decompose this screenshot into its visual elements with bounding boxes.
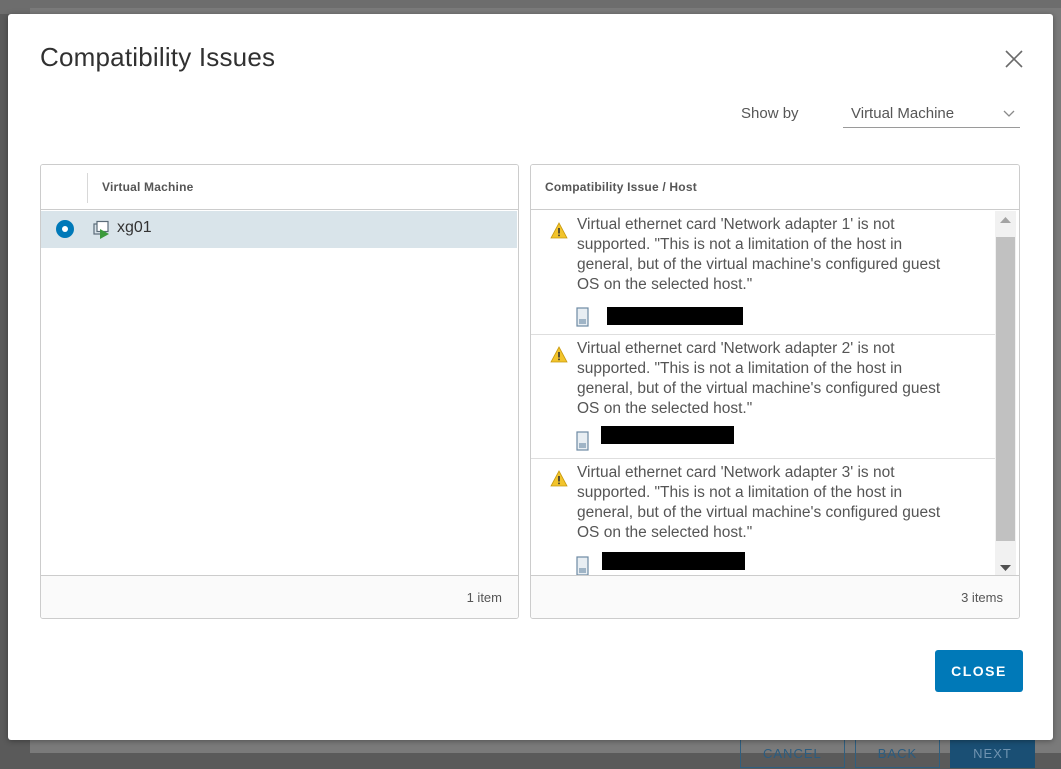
show-by-value: Virtual Machine xyxy=(851,105,955,122)
issues-column-header[interactable]: Compatibility Issue / Host xyxy=(545,180,697,194)
background-back-button: BACK xyxy=(854,738,941,768)
vm-column-header[interactable]: Virtual Machine xyxy=(102,180,193,194)
scrollbar-thumb[interactable] xyxy=(996,237,1015,541)
scroll-up-arrow-icon[interactable] xyxy=(995,211,1016,229)
issue-item: Virtual ethernet card 'Network adapter 3… xyxy=(531,459,995,577)
dialog-title: Compatibility Issues xyxy=(40,42,276,72)
warning-icon xyxy=(550,222,568,239)
show-by-select[interactable]: Virtual Machine xyxy=(843,98,1020,128)
issue-item: Virtual ethernet card 'Network adapter 2… xyxy=(531,335,995,459)
close-button[interactable]: CLOSE xyxy=(935,650,1023,692)
issues-scrollbar[interactable] xyxy=(995,211,1016,577)
warning-icon xyxy=(550,346,568,363)
issue-message: Virtual ethernet card 'Network adapter 2… xyxy=(577,340,941,417)
vm-powered-on-icon xyxy=(93,220,109,239)
issue-message: Virtual ethernet card 'Network adapter 3… xyxy=(577,464,941,541)
redacted-host-name xyxy=(602,552,745,570)
vm-item-count: 1 item xyxy=(466,590,502,605)
vm-datagrid-footer: 1 item xyxy=(41,575,518,618)
vm-row-radio[interactable] xyxy=(56,220,74,238)
close-icon[interactable] xyxy=(1001,46,1027,72)
vm-row[interactable]: xg01 xyxy=(41,211,517,248)
show-by-label: Show by xyxy=(741,105,799,122)
issues-datagrid-footer: 3 items xyxy=(531,575,1019,618)
host-icon xyxy=(576,431,589,451)
issues-datagrid-header: Compatibility Issue / Host xyxy=(531,165,1019,210)
issues-datagrid: Compatibility Issue / Host Virtual ether… xyxy=(530,164,1020,619)
redacted-host-name xyxy=(601,426,734,444)
issue-message: Virtual ethernet card 'Network adapter 1… xyxy=(577,216,941,293)
background-wizard-buttons: CANCEL BACK NEXT xyxy=(740,738,1035,768)
host-icon xyxy=(576,556,589,576)
redacted-host-name xyxy=(607,307,743,325)
vm-datagrid: Virtual Machine xg01 1 item xyxy=(40,164,519,619)
host-icon xyxy=(576,307,589,327)
vm-name[interactable]: xg01 xyxy=(117,219,152,237)
issues-item-count: 3 items xyxy=(961,590,1003,605)
issue-item: Virtual ethernet card 'Network adapter 1… xyxy=(531,211,995,335)
background-next-button: NEXT xyxy=(950,738,1035,768)
issues-list: Virtual ethernet card 'Network adapter 1… xyxy=(531,211,995,577)
warning-icon xyxy=(550,470,568,487)
vm-datagrid-header: Virtual Machine xyxy=(41,165,518,210)
chevron-down-icon xyxy=(1003,110,1015,117)
compatibility-issues-dialog: Compatibility Issues Show by Virtual Mac… xyxy=(8,14,1053,740)
column-separator xyxy=(87,173,88,203)
background-cancel-button: CANCEL xyxy=(740,738,845,768)
